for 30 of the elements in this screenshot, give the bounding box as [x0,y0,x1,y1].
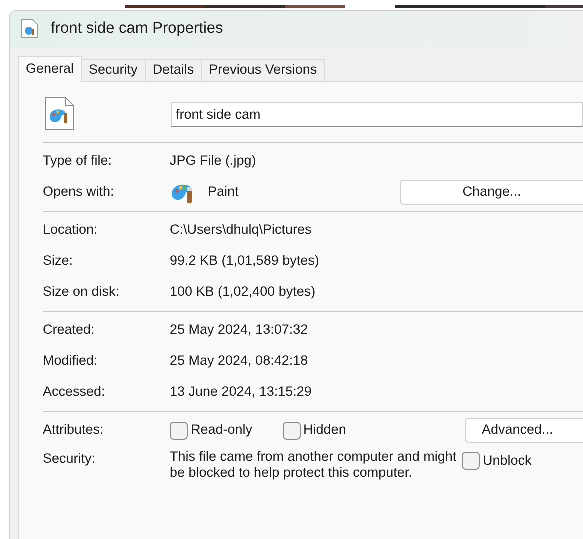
image-file-icon [21,19,39,39]
advanced-button[interactable]: Advanced... [465,418,583,443]
field-label: Size: [43,252,74,270]
field-label: Accessed: [43,383,106,402]
field-value: 13 June 2024, 13:15:29 [170,383,312,402]
window-title: front side cam Properties [51,19,224,40]
security-message: This file came from another computer and might be blocked to help protect this computer. [170,449,458,480]
field-label: Type of file: [43,152,114,170]
field-value: Paint [208,183,240,202]
tab[interactable]: General [18,56,82,82]
field-label: Created: [43,321,96,340]
checkbox[interactable]: Hidden [282,420,346,441]
image-file-icon [45,97,75,131]
field-value: C:\Users\dhulq\Pictures [170,221,312,240]
field-value: 99.2 KB (1,01,589 bytes) [170,252,320,270]
checkbox[interactable]: Read-only [170,420,253,441]
field-label: Security: [43,450,97,468]
field-value: 25 May 2024, 08:42:18 [170,352,308,370]
checkbox[interactable]: Unblock [462,451,532,472]
field-label: Location: [43,221,99,240]
field-label: Attributes: [43,421,105,439]
field-label: Size on disk: [43,283,121,302]
file-name-field[interactable]: front side cam [171,102,583,126]
field-value: 100 KB (1,02,400 bytes) [170,283,316,302]
tab[interactable]: Previous Versions [201,59,326,81]
change-button[interactable]: Change... [400,180,583,205]
field-label: Opens with: [43,183,116,202]
field-value: 25 May 2024, 13:07:32 [170,321,308,340]
field-label: Modified: [43,352,99,370]
field-value: JPG File (.jpg) [170,152,256,170]
